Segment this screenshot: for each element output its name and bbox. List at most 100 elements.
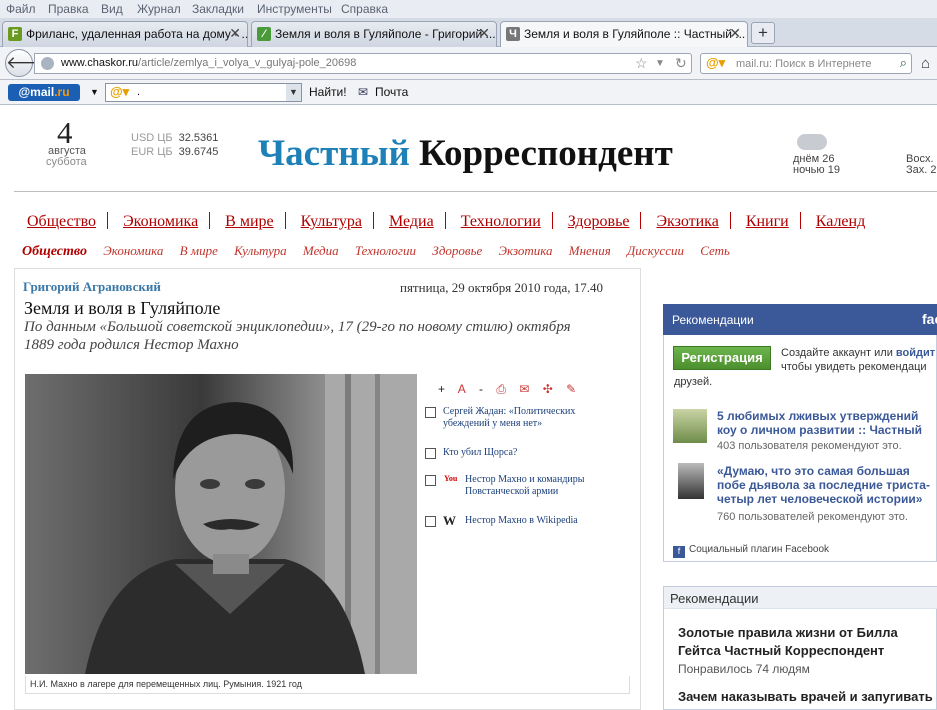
mail-icon[interactable]: ✉ bbox=[519, 382, 529, 396]
date-weekday: суббота bbox=[46, 156, 87, 168]
address-host: www.chaskor.ru bbox=[61, 57, 139, 69]
rate-value: 32.5361 bbox=[178, 132, 219, 144]
reload-icon[interactable]: ↻ bbox=[675, 55, 687, 72]
fb-item-thumbnail[interactable] bbox=[673, 409, 707, 443]
mail-button[interactable]: Почта bbox=[375, 85, 408, 99]
mailru-logo[interactable]: @mail.ru bbox=[8, 84, 80, 101]
freelance-favicon-icon: F bbox=[8, 27, 22, 41]
fb-item-meta: 760 пользователей рекомендуют это. bbox=[717, 511, 908, 523]
subnav-zdorovye[interactable]: Здоровье bbox=[432, 243, 482, 258]
menu-file[interactable]: Файл bbox=[6, 2, 36, 16]
font-decrease-button[interactable]: - bbox=[479, 382, 483, 396]
chevron-down-icon[interactable]: ▼ bbox=[286, 84, 301, 101]
register-button[interactable]: Регистрация bbox=[673, 346, 771, 370]
print-icon[interactable]: ⎙ bbox=[496, 382, 506, 396]
edit-icon[interactable]: ✎ bbox=[566, 382, 576, 396]
fb-login-link[interactable]: войдит bbox=[896, 347, 935, 359]
sun-times: Восх. Зах. 2 bbox=[906, 154, 937, 176]
menu-edit[interactable]: Правка bbox=[48, 2, 89, 16]
fb-item-thumbnail[interactable] bbox=[678, 463, 704, 499]
article-photo bbox=[25, 374, 417, 674]
find-button[interactable]: Найти! bbox=[309, 85, 347, 99]
mailru-search-engine-icon[interactable]: @▾ bbox=[706, 55, 725, 71]
subnav-obshchestvo[interactable]: Общество bbox=[22, 244, 87, 259]
close-icon[interactable]: ✕ bbox=[729, 25, 741, 42]
logo-dropdown-icon[interactable]: ▼ bbox=[90, 87, 99, 97]
nav-kultura[interactable]: Культура bbox=[301, 213, 362, 230]
nav-knigi[interactable]: Книги bbox=[746, 213, 789, 230]
combo-value: . bbox=[137, 86, 141, 98]
recommendations-header: Рекомендации bbox=[664, 587, 937, 609]
facebook-header: Рекомендации fac bbox=[663, 304, 937, 335]
close-icon[interactable]: ✕ bbox=[229, 25, 241, 42]
leaf-favicon-icon: ⁄ bbox=[257, 27, 271, 41]
tab-gulyaipole-1[interactable]: ⁄ Земля и воля в Гуляйполе - Григорий ..… bbox=[251, 21, 497, 47]
subnav-ekonomika[interactable]: Экономика bbox=[103, 243, 163, 258]
rec-item-link[interactable]: Золотые правила жизни от Билла Гейтса Ча… bbox=[678, 624, 937, 660]
fb-item-link[interactable]: 5 любимых лживых утверждений коу о лично… bbox=[717, 409, 937, 437]
logo-part2: Корреспондент bbox=[419, 133, 673, 174]
nav-ekzotika[interactable]: Экзотика bbox=[656, 213, 718, 230]
address-bar[interactable]: www.chaskor.ru/article/zemlya_i_volya_v_… bbox=[34, 53, 692, 74]
menu-help[interactable]: Справка bbox=[341, 2, 388, 16]
bookmark-star-icon[interactable]: ☆ bbox=[635, 55, 648, 72]
nav-toolbar: 🡐 www.chaskor.ru/article/zemlya_i_volya_… bbox=[0, 47, 937, 80]
tab-freelance[interactable]: F Фриланс, удаленная работа на дому - ..… bbox=[2, 21, 248, 47]
home-icon[interactable]: ⌂ bbox=[921, 55, 930, 72]
subnav-diskussii[interactable]: Дискуссии bbox=[627, 243, 684, 258]
tab-gulyaipole-active[interactable]: Ч Земля и воля в Гуляйполе :: Частный ..… bbox=[500, 21, 748, 47]
subnav-mneniya[interactable]: Мнения bbox=[569, 243, 611, 258]
youtube-icon: You bbox=[444, 474, 458, 483]
search-placeholder: mail.ru: Поиск в Интернете bbox=[736, 58, 872, 70]
related-link[interactable]: W Нестор Махно в Wikipedia bbox=[425, 514, 635, 529]
mailru-toolbar: @mail.ru ▼ @▾ . ▼ Найти! ✉ Почта bbox=[0, 80, 937, 105]
new-tab-button[interactable]: + bbox=[751, 22, 775, 44]
history-dropdown-icon[interactable]: ▼ bbox=[655, 58, 665, 69]
tab-title: Земля и воля в Гуляйполе :: Частный ... bbox=[524, 27, 746, 41]
portrait-image bbox=[25, 374, 417, 674]
close-icon[interactable]: ✕ bbox=[478, 25, 490, 42]
menu-history[interactable]: Журнал bbox=[137, 2, 181, 16]
site-logo[interactable]: Частный Корреспондент bbox=[258, 132, 673, 175]
subnav-set[interactable]: Сеть bbox=[700, 243, 730, 258]
nav-tekhnologii[interactable]: Технологии bbox=[461, 213, 541, 230]
rec-item-link[interactable]: Зачем наказывать врачей и запугивать bbox=[678, 688, 937, 706]
facebook-header-title: Рекомендации bbox=[672, 313, 754, 327]
nav-v-mire[interactable]: В мире bbox=[225, 213, 273, 230]
doc-icon bbox=[425, 407, 436, 418]
related-link[interactable]: Сергей Жадан: «Политических убеждений у … bbox=[425, 406, 635, 436]
rate-value: 39.6745 bbox=[178, 146, 219, 158]
subnav-v-mire[interactable]: В мире bbox=[180, 243, 218, 258]
nav-zdorovye[interactable]: Здоровье bbox=[568, 213, 630, 230]
subnav-kultura[interactable]: Культура bbox=[234, 243, 287, 258]
back-button[interactable]: 🡐 bbox=[5, 49, 52, 77]
search-box[interactable]: @▾ mail.ru: Поиск в Интернете ⌕ bbox=[700, 53, 912, 74]
related-link[interactable]: Кто убил Щорса? bbox=[425, 447, 635, 461]
globe-icon bbox=[41, 57, 54, 70]
menu-bar: Файл Правка Вид Журнал Закладки Инструме… bbox=[0, 0, 937, 18]
menu-bookmarks[interactable]: Закладки bbox=[192, 2, 244, 16]
nav-ekonomika[interactable]: Экономика bbox=[123, 213, 198, 230]
subnav-media[interactable]: Медиа bbox=[303, 243, 339, 258]
font-increase-button[interactable]: + bbox=[438, 382, 445, 396]
subnav-ekzotika[interactable]: Экзотика bbox=[499, 243, 553, 258]
sub-nav: Общество Экономика В мире Культура Медиа… bbox=[22, 243, 743, 260]
nav-obshchestvo[interactable]: Общество bbox=[27, 213, 96, 230]
subnav-tekhnologii[interactable]: Технологии bbox=[355, 243, 416, 258]
fb-social-text: Социальный плагин Facebook bbox=[689, 544, 830, 555]
menu-view[interactable]: Вид bbox=[101, 2, 123, 16]
fb-prompt-text3: друзей. bbox=[674, 376, 713, 388]
fb-social-plugin: f Социальный плагин Facebook bbox=[673, 544, 829, 558]
mailru-search-combo[interactable]: @▾ . ▼ bbox=[105, 83, 302, 102]
rec-item-meta: Понравилось 74 людям bbox=[678, 662, 810, 676]
search-go-icon[interactable]: ⌕ bbox=[900, 55, 907, 71]
nav-kalendar[interactable]: Календ bbox=[816, 213, 866, 230]
menu-tools[interactable]: Инструменты bbox=[257, 2, 332, 16]
tab-strip: F Фриланс, удаленная работа на дому - ..… bbox=[0, 18, 937, 47]
font-size-icon[interactable]: A bbox=[458, 382, 466, 396]
article-author[interactable]: Григорий Аграновский bbox=[23, 279, 161, 295]
share-icon[interactable]: ✣ bbox=[543, 382, 553, 396]
related-link[interactable]: You Нестор Махно и командиры Повстанческ… bbox=[425, 474, 635, 500]
nav-media[interactable]: Медиа bbox=[389, 213, 434, 230]
fb-item-link[interactable]: «Думаю, что это самая большая побе дьяво… bbox=[717, 464, 937, 506]
